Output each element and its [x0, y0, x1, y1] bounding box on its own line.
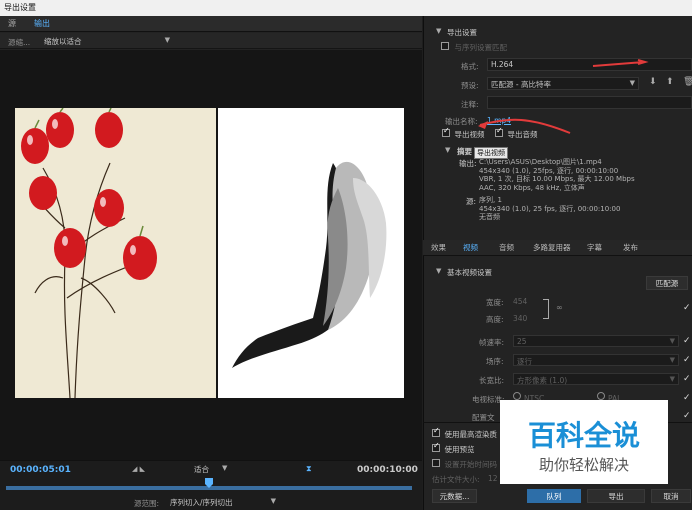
frame-rate-checkmark[interactable]: ✓: [683, 336, 691, 346]
summary-output-label: 输出:: [459, 159, 477, 168]
tab-effects[interactable]: 效果: [431, 240, 446, 256]
export-settings-header: 导出设置: [447, 28, 477, 37]
use-previews-label: 使用预览: [444, 445, 475, 454]
aspect-value: 方形像素 (1.0): [517, 376, 568, 385]
aspect-checkmark[interactable]: ✓: [683, 374, 691, 384]
source-range-label: 源范围:: [134, 499, 160, 508]
summary-output-bitrate: VBR, 1 次, 目标 10.00 Mbps, 最大 12.00 Mbps: [479, 175, 635, 184]
summary-output-block: C:\Users\ASUS\Desktop\图片\1.mp4 454x340 (…: [479, 158, 691, 192]
start-timecode-row[interactable]: 设置开始时间码: [432, 459, 497, 470]
summary-output-path: C:\Users\ASUS\Desktop\图片\1.mp4: [479, 158, 602, 166]
tab-multiplexer[interactable]: 多路复用器: [533, 240, 571, 256]
fit-value: 适合: [194, 465, 209, 474]
aspect-label: 长宽比:: [479, 376, 505, 385]
queue-button[interactable]: 队列: [527, 489, 581, 503]
tab-audio[interactable]: 音频: [499, 240, 514, 256]
expand-triangle-icon[interactable]: ▼: [436, 267, 441, 275]
expand-triangle-icon[interactable]: ▼: [445, 146, 450, 154]
match-sequence-row[interactable]: 与序列设置匹配: [441, 42, 507, 53]
summary-source-audio: 无音频: [479, 213, 500, 222]
frame-rate-label: 帧速率:: [479, 338, 505, 347]
field-order-dropdown[interactable]: 逐行 ▼: [513, 354, 679, 366]
frame-rate-value: 25: [517, 337, 527, 346]
tv-standard-checkmark[interactable]: ✓: [683, 393, 691, 403]
fit-dropdown[interactable]: 适合 ▼: [192, 463, 232, 475]
estimated-size-label: 估计文件大小:: [432, 475, 480, 484]
use-previews-checkbox[interactable]: [432, 444, 440, 452]
end-timecode: 00:00:10:00: [357, 465, 418, 475]
watermark: 百科全说 助你轻松解决: [500, 400, 668, 484]
window-title: 导出设置: [0, 0, 692, 16]
tab-output[interactable]: 输出: [34, 16, 50, 32]
basic-video-header: 基本视频设置: [447, 268, 492, 277]
mark-in-icon[interactable]: ◢ ◣: [132, 465, 145, 473]
settings-tab-bar: 效果 视频 音频 多路复用器 字幕 发布: [423, 240, 692, 256]
scaling-value: 缩放以适合: [44, 37, 82, 46]
tab-publish[interactable]: 发布: [623, 240, 638, 256]
summary-source-video: 454x340 (1.0), 25 fps, 逐行, 00:00:10:00: [479, 204, 621, 213]
height-value[interactable]: 340: [513, 314, 527, 323]
scaling-bar: 源缩... 缩放以适合 ▼: [0, 33, 422, 49]
export-button[interactable]: 导出: [587, 489, 645, 503]
width-value[interactable]: 454: [513, 297, 527, 306]
annotation-arrows: [478, 59, 649, 134]
match-source-button[interactable]: 匹配源: [646, 276, 688, 290]
tab-video[interactable]: 视频: [463, 240, 478, 256]
ntsc-radio[interactable]: [513, 392, 521, 400]
max-render-checkbox[interactable]: [432, 429, 440, 437]
field-order-value: 逐行: [517, 357, 532, 366]
link-bracket: [543, 299, 549, 319]
start-timecode-checkbox[interactable]: [432, 459, 440, 467]
estimated-size-value: 12: [488, 474, 498, 483]
expand-triangle-icon[interactable]: ▼: [436, 27, 441, 35]
source-range-value: 序列切入/序列切出: [170, 498, 233, 507]
chevron-down-icon: ▼: [164, 36, 170, 44]
chain-link-icon[interactable]: ∞: [556, 303, 563, 312]
max-render-row[interactable]: 使用最高渲染质: [432, 429, 497, 440]
tab-source[interactable]: 源: [8, 16, 16, 32]
summary-label: 摘要: [457, 147, 472, 156]
timeline-panel: 00:00:05:01 ◢ ◣ 适合 ▼ ⧗ 00:00:10:00 源范围: …: [0, 460, 422, 510]
aspect-dropdown[interactable]: 方形像素 (1.0) ▼: [513, 373, 679, 385]
width-label: 宽度:: [486, 298, 504, 307]
match-sequence-checkbox[interactable]: [441, 42, 449, 50]
chevron-down-icon: ▼: [270, 497, 276, 505]
preview-image-cherries: [15, 108, 216, 398]
summary-source-block: 序列, 1 454x340 (1.0), 25 fps, 逐行, 00:00:1…: [479, 196, 691, 222]
chevron-down-icon: ▼: [669, 375, 675, 383]
timecode-target-icon[interactable]: ⧗: [306, 464, 312, 474]
cancel-button[interactable]: 取消: [651, 489, 691, 503]
summary-output-audio: AAC, 320 Kbps, 48 kHz, 立体声: [479, 183, 585, 192]
frame-rate-dropdown[interactable]: 25 ▼: [513, 335, 679, 347]
field-order-label: 场序:: [486, 357, 504, 366]
chevron-down-icon: ▼: [669, 356, 675, 364]
tab-captions[interactable]: 字幕: [587, 240, 602, 256]
scaling-dropdown[interactable]: 缩放以适合 ▼: [42, 35, 174, 47]
summary-source-label: 源:: [466, 197, 477, 206]
preview-image-flower: [218, 108, 404, 398]
width-checkmark[interactable]: ✓: [683, 303, 691, 313]
current-timecode[interactable]: 00:00:05:01: [10, 465, 71, 475]
profile-checkmark[interactable]: ✓: [683, 411, 691, 421]
summary-source-name: 序列, 1: [479, 196, 502, 204]
watermark-title: 百科全说: [527, 419, 640, 452]
chevron-down-icon: ▼: [669, 337, 675, 345]
use-previews-row[interactable]: 使用预览: [432, 444, 475, 455]
match-sequence-label: 与序列设置匹配: [454, 43, 508, 52]
watermark-subtitle: 助你轻松解决: [538, 456, 629, 474]
summary-output-video: 454x340 (1.0), 25fps, 逐行, 00:00:10:00: [479, 166, 619, 175]
pal-radio[interactable]: [597, 392, 605, 400]
field-order-checkmark[interactable]: ✓: [683, 355, 691, 365]
max-render-label: 使用最高渲染质: [444, 430, 498, 439]
source-range-dropdown[interactable]: 序列切入/序列切出 ▼: [168, 496, 278, 508]
metadata-button[interactable]: 元数据...: [432, 489, 477, 503]
start-timecode-label: 设置开始时间码: [444, 460, 498, 469]
scaling-label: 源缩...: [8, 38, 31, 47]
left-tab-bar: 源 输出: [0, 16, 422, 32]
chevron-down-icon: ▼: [222, 464, 228, 472]
height-label: 高度:: [486, 315, 504, 324]
